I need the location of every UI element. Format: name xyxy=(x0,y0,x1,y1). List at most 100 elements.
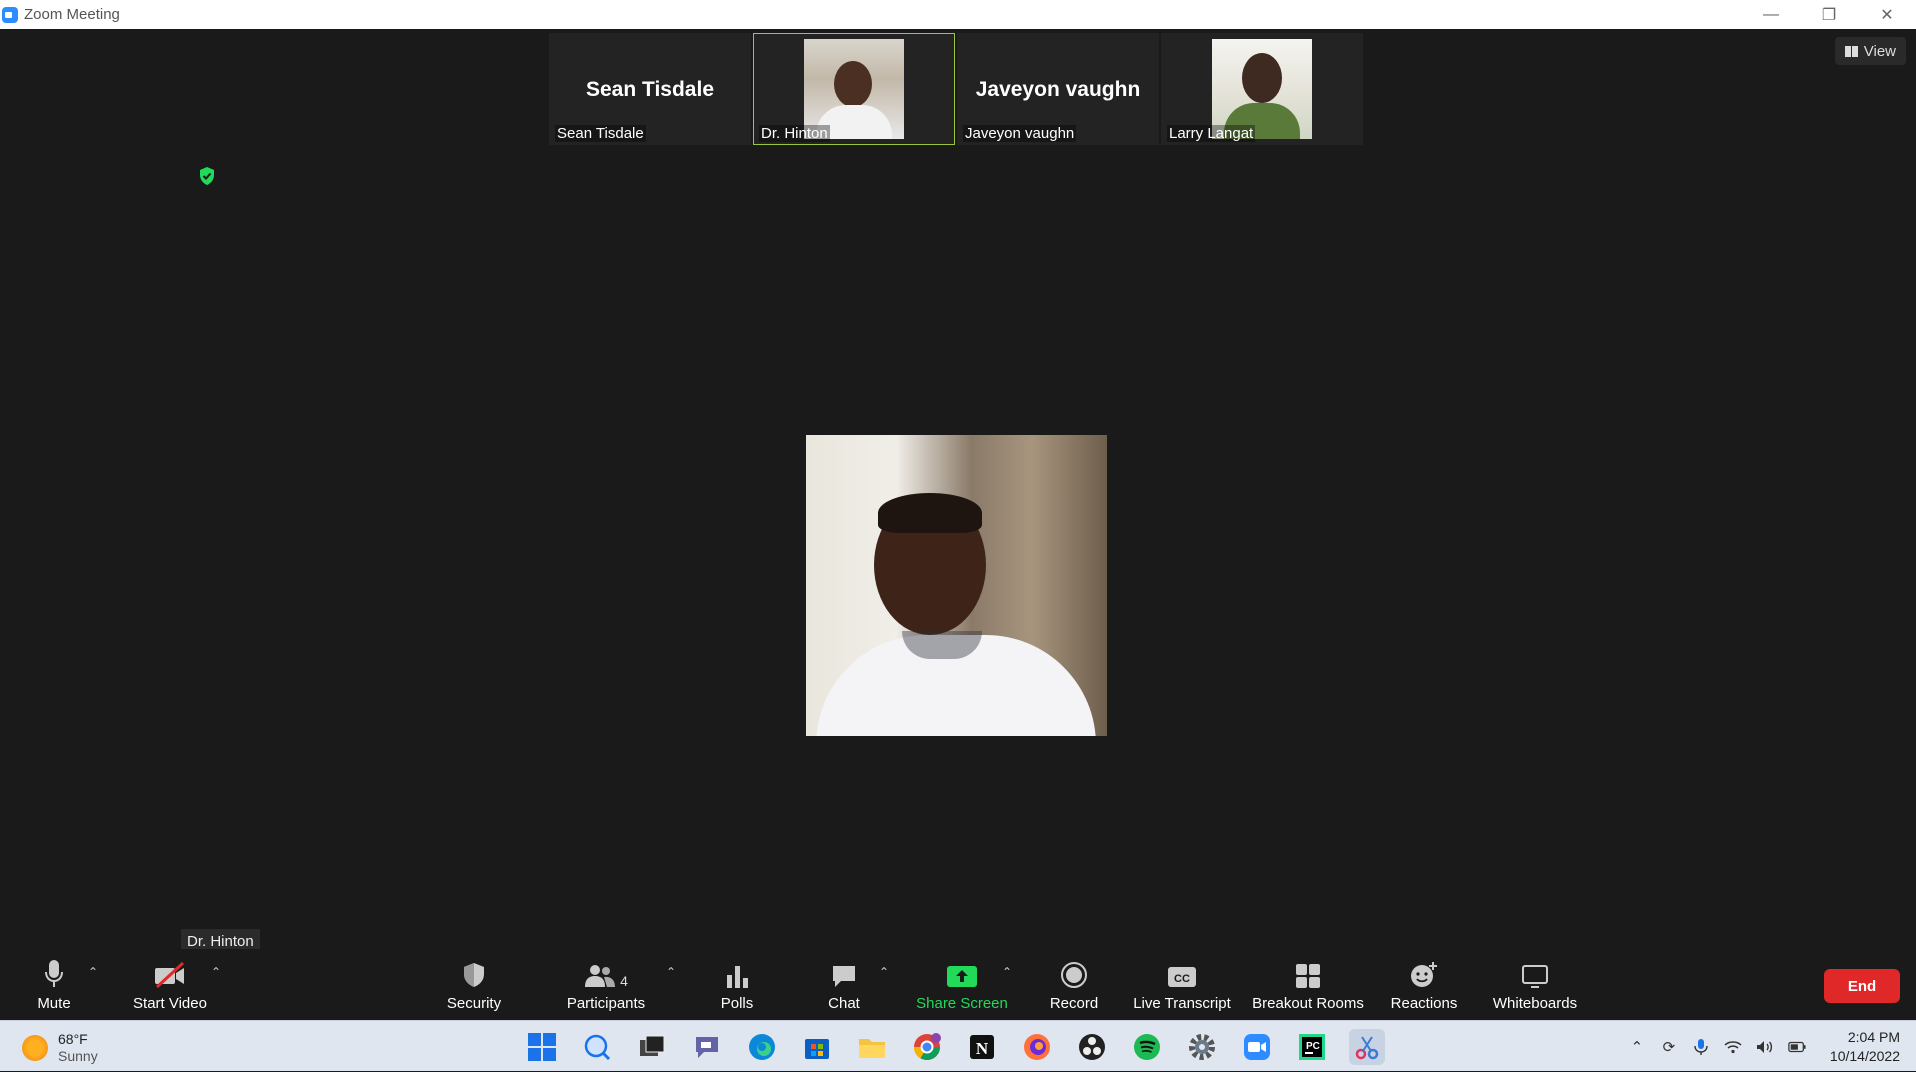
mute-button[interactable]: Mute xyxy=(34,949,74,1020)
title-bar: Zoom Meeting — ❐ ✕ xyxy=(0,0,1916,29)
whiteboard-icon xyxy=(1522,965,1548,988)
chat-options-chevron-icon[interactable]: ⌃ xyxy=(879,965,889,979)
meeting-stage: Sean Tisdale Sean Tisdale Dr. Hinton Jav… xyxy=(0,29,1916,949)
polls-label: Polls xyxy=(720,995,754,1012)
teams-chat-icon[interactable] xyxy=(689,1029,725,1065)
audio-options-chevron-icon[interactable]: ⌃ xyxy=(88,965,98,979)
reactions-button[interactable]: Reactions xyxy=(1390,949,1458,1020)
view-button[interactable]: View xyxy=(1834,37,1906,65)
participant-name: Sean Tisdale xyxy=(555,125,646,142)
windows-start-icon[interactable] xyxy=(524,1029,560,1065)
zoom-icon[interactable] xyxy=(1239,1029,1275,1065)
os-taskbar: 68°F Sunny N PC ⌃ ⟳ 2:04 PM 10/14/2022 xyxy=(0,1020,1916,1071)
start-video-label: Start Video xyxy=(133,995,207,1012)
settings-gear-icon[interactable] xyxy=(1184,1029,1220,1065)
sun-icon xyxy=(22,1035,48,1061)
view-button-label: View xyxy=(1863,42,1896,60)
start-video-button[interactable]: Start Video xyxy=(128,949,212,1020)
close-button[interactable]: ✕ xyxy=(1858,0,1916,29)
obs-icon[interactable] xyxy=(1074,1029,1110,1065)
record-button[interactable]: Record xyxy=(1046,949,1102,1020)
chat-button[interactable]: Chat xyxy=(824,949,864,1020)
volume-icon[interactable] xyxy=(1756,1038,1774,1056)
restore-button[interactable]: ❐ xyxy=(1800,0,1858,29)
svg-text:PC: PC xyxy=(1306,1041,1320,1052)
edge-browser-icon[interactable] xyxy=(744,1029,780,1065)
participants-button[interactable]: 4 Participants xyxy=(562,949,650,1020)
wifi-icon[interactable] xyxy=(1724,1038,1742,1056)
whiteboards-label: Whiteboards xyxy=(1492,995,1578,1012)
microsoft-store-icon[interactable] xyxy=(799,1029,835,1065)
record-icon xyxy=(1061,962,1087,988)
task-view-icon[interactable] xyxy=(634,1029,670,1065)
active-speaker-video xyxy=(806,435,1107,736)
clock-time: 2:04 PM xyxy=(1847,1028,1900,1045)
breakout-rooms-button[interactable]: Breakout Rooms xyxy=(1250,949,1366,1020)
record-label: Record xyxy=(1049,995,1099,1012)
shield-icon xyxy=(464,963,484,987)
breakout-rooms-icon xyxy=(1296,964,1320,988)
weather-description: Sunny xyxy=(58,1048,98,1064)
participant-video-thumbnail xyxy=(1212,39,1312,139)
weather-widget[interactable]: 68°F Sunny xyxy=(22,1031,98,1065)
window-title: Zoom Meeting xyxy=(24,6,120,23)
notion-icon[interactable]: N xyxy=(964,1029,1000,1065)
participant-name: Larry Langat xyxy=(1167,125,1256,142)
participant-video-thumbnail xyxy=(804,39,904,139)
end-meeting-button[interactable]: End xyxy=(1824,969,1900,1003)
participant-big-name: Sean Tisdale xyxy=(585,78,714,101)
chat-bubble-icon xyxy=(833,966,855,987)
participant-tile[interactable]: Javeyon vaughn Javeyon vaughn xyxy=(957,33,1159,145)
smiley-add-icon xyxy=(1411,962,1437,987)
pycharm-icon[interactable]: PC xyxy=(1294,1029,1330,1065)
microphone-icon xyxy=(45,960,63,987)
live-transcript-button[interactable]: CC Live Transcript xyxy=(1132,949,1232,1020)
svg-text:CC: CC xyxy=(1174,973,1190,985)
share-screen-label: Share Screen xyxy=(916,995,1008,1012)
spotify-icon[interactable] xyxy=(1129,1029,1165,1065)
polls-button[interactable]: Polls xyxy=(717,949,757,1020)
meeting-controls: Mute ⌃ Start Video ⌃ Security 4 Particip… xyxy=(0,949,1916,1020)
zoom-app-icon xyxy=(2,6,18,23)
mute-label: Mute xyxy=(37,995,71,1012)
clock-date: 10/14/2022 xyxy=(1829,1047,1900,1064)
participant-strip: Sean Tisdale Sean Tisdale Dr. Hinton Jav… xyxy=(549,33,1363,145)
taskbar-apps: N PC xyxy=(524,1029,1385,1065)
svg-text:N: N xyxy=(976,1039,989,1058)
share-screen-icon xyxy=(947,966,977,987)
whiteboards-button[interactable]: Whiteboards xyxy=(1490,949,1580,1020)
chevron-up-icon[interactable]: ⌃ xyxy=(1628,1038,1646,1056)
live-transcript-label: Live Transcript xyxy=(1133,995,1231,1012)
firefox-icon[interactable] xyxy=(1019,1029,1055,1065)
system-clock[interactable]: 2:04 PM 10/14/2022 xyxy=(1830,1028,1900,1066)
video-options-chevron-icon[interactable]: ⌃ xyxy=(211,965,221,979)
share-screen-button[interactable]: Share Screen xyxy=(916,949,1008,1020)
participants-label: Participants xyxy=(566,995,646,1012)
video-off-icon xyxy=(155,961,185,989)
weather-temperature: 68°F xyxy=(58,1031,88,1047)
participant-tile[interactable]: Larry Langat xyxy=(1161,33,1363,145)
closed-captions-icon: CC xyxy=(1168,967,1196,987)
chrome-icon[interactable] xyxy=(909,1029,945,1065)
sync-icon[interactable]: ⟳ xyxy=(1660,1038,1678,1056)
file-explorer-icon[interactable] xyxy=(854,1029,890,1065)
minimize-button[interactable]: — xyxy=(1742,0,1800,29)
participants-icon xyxy=(585,965,616,987)
participant-big-name: Javeyon vaughn xyxy=(975,78,1141,101)
participant-name: Javeyon vaughn xyxy=(963,125,1077,142)
participants-count: 4 xyxy=(620,973,628,989)
microphone-icon[interactable] xyxy=(1692,1038,1710,1056)
share-options-chevron-icon[interactable]: ⌃ xyxy=(1002,965,1012,979)
security-button[interactable]: Security xyxy=(444,949,504,1020)
participant-tile-active-speaker[interactable]: Dr. Hinton xyxy=(753,33,955,145)
polls-icon xyxy=(727,966,748,988)
battery-icon[interactable] xyxy=(1788,1038,1806,1056)
snipping-tool-icon[interactable] xyxy=(1349,1029,1385,1065)
search-icon[interactable] xyxy=(579,1029,615,1065)
participant-tile[interactable]: Sean Tisdale Sean Tisdale xyxy=(549,33,751,145)
chat-label: Chat xyxy=(828,995,860,1012)
participants-options-chevron-icon[interactable]: ⌃ xyxy=(666,965,676,979)
encryption-shield-icon[interactable] xyxy=(198,166,216,186)
grid-icon xyxy=(1844,45,1858,57)
security-label: Security xyxy=(446,995,502,1012)
